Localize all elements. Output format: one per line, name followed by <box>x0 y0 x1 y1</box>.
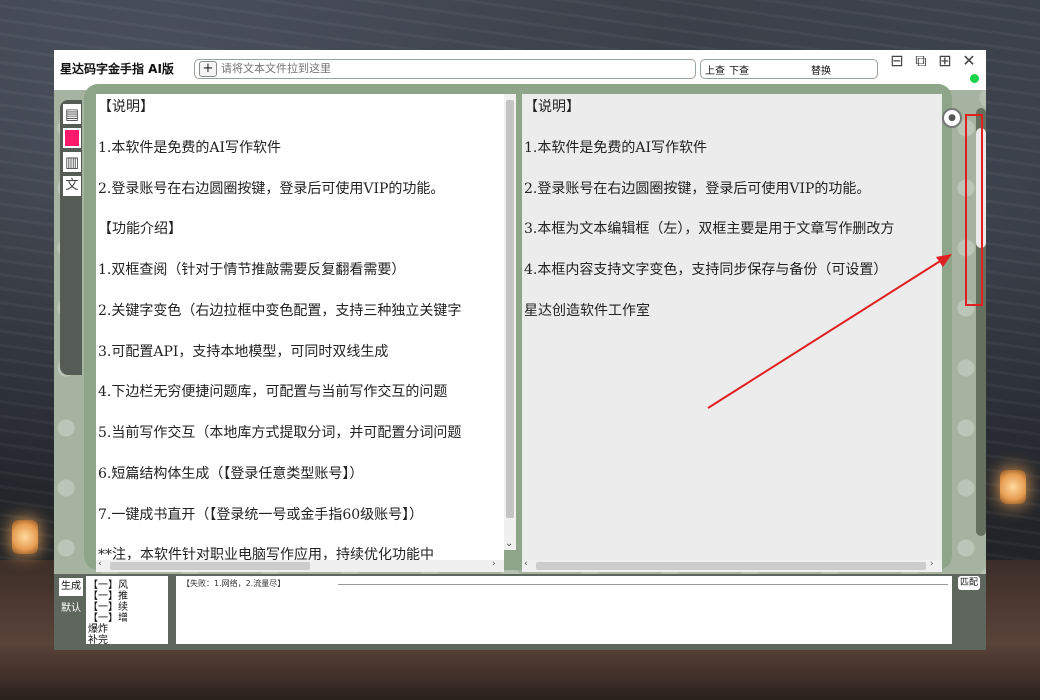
left-line: 6.短篇结构体生成（【登录任意类型账号】） <box>98 466 364 482</box>
left-line: 【功能介绍】 <box>98 221 182 237</box>
question-list[interactable]: 【一】风 【一】推 【一】续 【一】增 爆炸 补完 ⌄ <box>86 576 168 644</box>
scroll-left-icon[interactable]: ‹ <box>524 559 528 569</box>
restore-icon[interactable]: ⧉ <box>912 52 930 70</box>
right-horizontal-scrollbar[interactable]: ‹ › <box>522 559 942 572</box>
replace-button[interactable]: 替换 <box>811 62 831 77</box>
left-line: 5.当前写作交互（本地库方式提取分词，并可配置分词问题 <box>98 425 462 441</box>
minimize-icon[interactable]: ⊟ <box>888 52 906 70</box>
list-item[interactable]: 补完 <box>88 631 108 644</box>
left-tool-rail: ▤ ▥ 文 <box>60 100 82 375</box>
left-line: 2.登录账号在右边圆圈按键，登录后可使用VIP的功能。 <box>98 181 445 197</box>
tab-default[interactable]: 默认 <box>59 600 83 618</box>
file-drop-box[interactable]: + <box>194 59 696 79</box>
left-scroll-thumb[interactable] <box>506 100 514 518</box>
file-path-input[interactable] <box>221 60 681 76</box>
right-hscroll-thumb[interactable] <box>536 562 926 570</box>
close-icon[interactable]: ✕ <box>960 52 978 70</box>
search-down-button[interactable]: 下查 <box>729 62 749 77</box>
app-window: 星达码字金手指 AI版 + 上查 下查 替换 ⊟ ⧉ ⊞ ✕ ▤ ▥ 文 【说明… <box>54 50 986 650</box>
lantern-decoration <box>1000 470 1026 504</box>
text-mode-button[interactable]: 文 <box>63 176 81 196</box>
lantern-decoration <box>12 520 38 554</box>
left-line: **注，本软件针对职业电脑写作应用，持续优化功能中 <box>98 547 434 560</box>
generation-output[interactable]: 【失败：1.网络，2.流量尽】 <box>176 576 952 644</box>
right-line: 4.本框内容支持文字变色，支持同步保存与备份（可设置） <box>524 262 888 278</box>
output-divider <box>338 584 948 585</box>
left-text-editor[interactable]: 【说明】 1.本软件是免费的AI写作软件 2.登录账号在右边圆圈按键，登录后可使… <box>96 94 504 560</box>
scroll-right-icon[interactable]: › <box>930 559 934 569</box>
left-line: 2.关键字变色（右边拉框中变色配置，支持三种独立关键字 <box>98 303 462 319</box>
tab-generate[interactable]: 生成 <box>59 578 83 596</box>
left-line: 1.本软件是免费的AI写作软件 <box>98 140 281 156</box>
left-line: 1.双框查阅（针对于情节推敲需要反复翻看需要） <box>98 262 406 278</box>
right-line: 2.登录账号在右边圆圈按键，登录后可使用VIP的功能。 <box>524 181 871 197</box>
search-replace-box: 上查 下查 替换 <box>700 59 878 79</box>
match-button[interactable]: 匹配 <box>958 576 980 590</box>
output-status-text: 【失败：1.网络，2.流量尽】 <box>182 579 286 588</box>
app-title: 星达码字金手指 AI版 <box>60 62 174 76</box>
right-line: 星达创造软件工作室 <box>524 303 650 319</box>
right-line: 3.本框为文本编辑框（左），双框主要是用于文章写作删改方 <box>524 221 895 237</box>
left-hscroll-thumb[interactable] <box>110 562 310 570</box>
right-text-viewer[interactable]: 【说明】 1.本软件是免费的AI写作软件 2.登录账号在右边圆圈按键，登录后可使… <box>522 94 942 560</box>
left-line: 3.可配置API，支持本地模型，可同时双线生成 <box>98 344 389 360</box>
annotation-highlight-box <box>965 114 983 306</box>
left-horizontal-scrollbar[interactable]: ‹ › <box>96 559 504 572</box>
maximize-icon[interactable]: ⊞ <box>936 52 954 70</box>
editor-frame: 【说明】 1.本软件是免费的AI写作软件 2.登录账号在右边圆圈按键，登录后可使… <box>84 84 952 572</box>
scroll-left-icon[interactable]: ‹ <box>98 559 102 569</box>
right-line: 1.本软件是免费的AI写作软件 <box>524 140 707 156</box>
status-indicator <box>970 74 979 83</box>
right-line: 【说明】 <box>524 99 580 115</box>
left-line: 【说明】 <box>98 99 154 115</box>
search-up-button[interactable]: 上查 <box>705 62 725 77</box>
save-icon[interactable]: ▤ <box>63 104 81 124</box>
left-vertical-scrollbar[interactable]: ⌄ <box>504 94 516 550</box>
add-file-button[interactable]: + <box>199 61 217 77</box>
scroll-right-icon[interactable]: › <box>492 559 496 569</box>
document-icon[interactable]: ▥ <box>63 152 81 172</box>
left-line: 4.下边栏无穷便捷问题库，可配置与当前写作交互的问题 <box>98 384 448 400</box>
left-line: 7.一键成书直开（【登录统一号或金手指60级账号】） <box>98 507 424 523</box>
color-icon[interactable] <box>63 128 81 148</box>
bottom-panel: 生成 默认 【一】风 【一】推 【一】续 【一】增 爆炸 补完 ⌄ 【失败：1.… <box>54 574 986 650</box>
login-circle-button[interactable]: ● <box>942 108 962 128</box>
scroll-down-icon[interactable]: ⌄ <box>505 538 513 549</box>
